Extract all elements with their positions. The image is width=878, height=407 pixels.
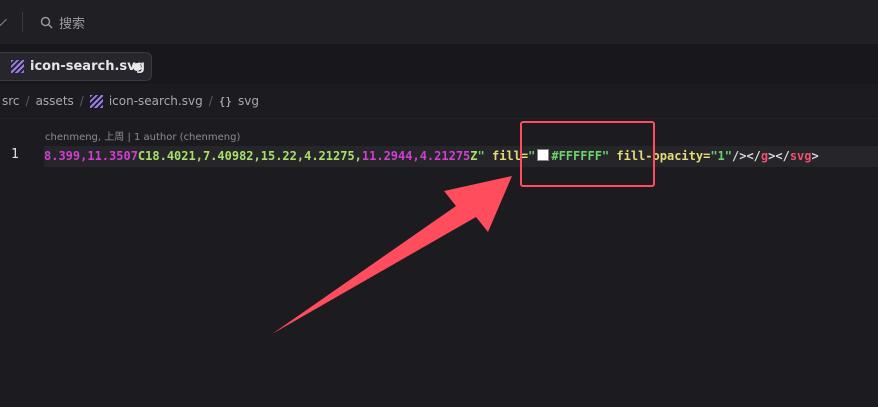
annotation-arrow [272, 176, 512, 334]
